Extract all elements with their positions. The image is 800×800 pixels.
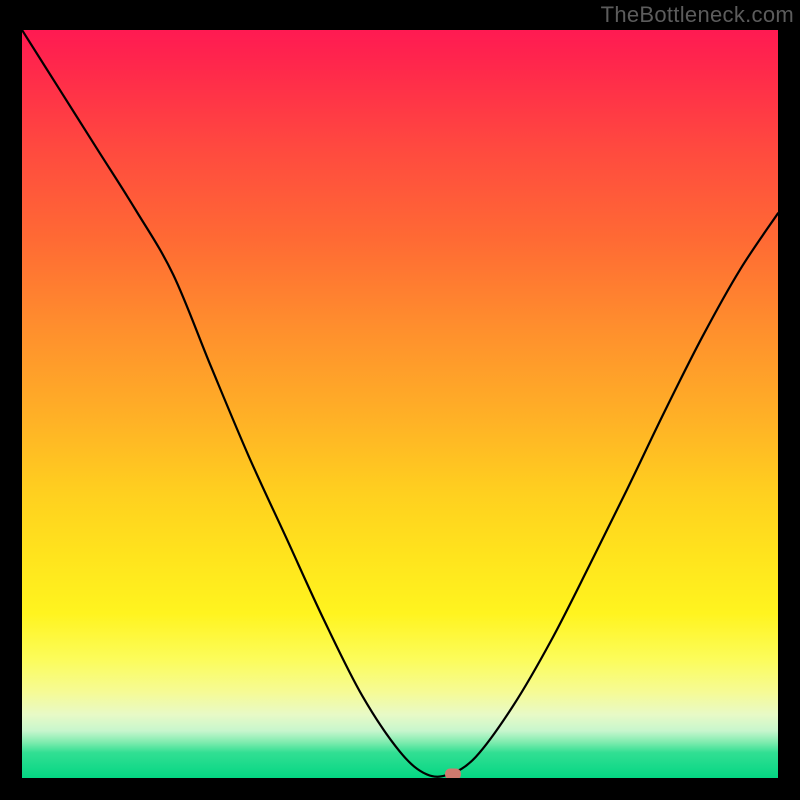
plot-area (22, 30, 778, 778)
bottleneck-curve (22, 30, 778, 778)
optimal-point-marker (445, 769, 461, 778)
curve-path (22, 30, 778, 777)
watermark-text: TheBottleneck.com (601, 2, 794, 28)
chart-frame: TheBottleneck.com (0, 0, 800, 800)
